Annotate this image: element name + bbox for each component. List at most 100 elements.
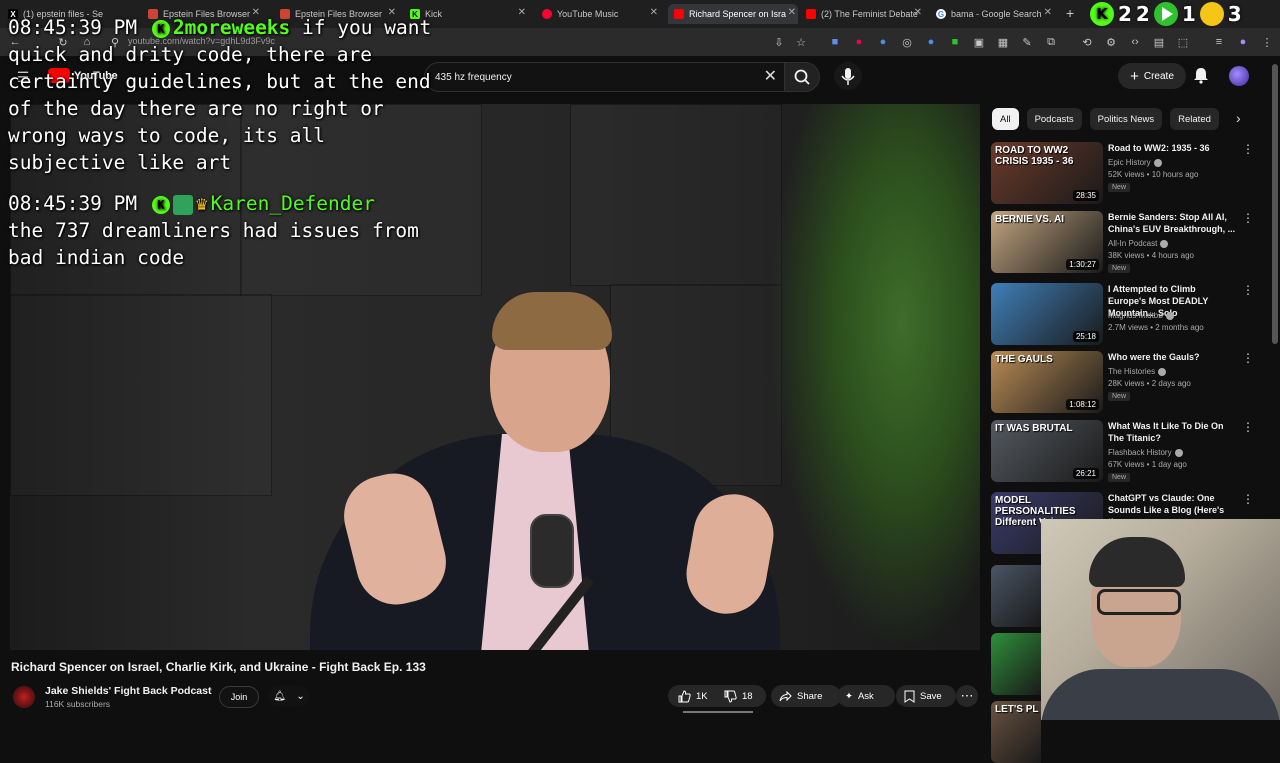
video-thumbnail[interactable]: LET'S PL: [991, 701, 1041, 763]
chat-username: Karen_Defender: [210, 192, 376, 215]
install-icon[interactable]: ⇩: [772, 35, 786, 49]
video-meta: 38K views • 4 hours ago: [1108, 251, 1194, 260]
channel-name[interactable]: All-In Podcast: [1108, 239, 1169, 248]
share-button[interactable]: Share: [771, 685, 841, 707]
extension-icon[interactable]: ■: [948, 35, 962, 49]
browser-tab[interactable]: YouTube Music ✕: [542, 4, 660, 24]
video-duration: 1:08:12: [1066, 399, 1099, 410]
tab-label: bama - Google Search: [951, 9, 1042, 19]
extension-icon[interactable]: ⚙: [1104, 35, 1118, 49]
subscription-notify-button[interactable]: 🔔︎ ⌄: [268, 686, 310, 706]
video-thumbnail[interactable]: THE GAULS 1:08:12: [991, 351, 1103, 413]
stream-chat-overlay: 08:45:39 PM K 2moreweeks if you want quic…: [8, 14, 438, 285]
recommended-video[interactable]: ROAD TO WW2 CRISIS 1935 - 36 28:35 Road to…: [991, 142, 1256, 206]
voice-search-button[interactable]: [834, 62, 862, 90]
dislike-count: 18: [742, 690, 753, 702]
channel-name[interactable]: Epic History: [1108, 158, 1162, 167]
chip-politics-news[interactable]: Politics News: [1089, 108, 1163, 130]
chip-all[interactable]: All: [992, 108, 1019, 130]
recommended-video[interactable]: THE GAULS 1:08:12 Who were the Gauls? The H…: [991, 351, 1256, 415]
extension-icon[interactable]: ▦: [996, 35, 1010, 49]
search-input[interactable]: 435 hz frequency ✕: [424, 62, 786, 92]
extension-icon[interactable]: ▣: [972, 35, 986, 49]
recommended-video[interactable]: IT WAS BRUTAL 26:21 What Was It Like To Di…: [991, 420, 1256, 484]
more-vert-icon[interactable]: ⋮: [1242, 351, 1254, 365]
channel-name[interactable]: Flashback History: [1108, 448, 1183, 457]
search-button[interactable]: [784, 62, 820, 92]
emote-icon: [1199, 2, 1224, 26]
wall-texture: [570, 104, 782, 286]
streamer-webcam: [1041, 519, 1280, 720]
save-button[interactable]: Save: [896, 685, 956, 707]
close-icon[interactable]: ✕: [518, 7, 526, 18]
channel-name[interactable]: Magnus Midtbø: [1108, 311, 1175, 320]
close-icon[interactable]: ✕: [650, 7, 658, 18]
video-title[interactable]: What Was It Like To Die On The Titanic?: [1108, 420, 1236, 444]
recommended-video[interactable]: 25:18 I Attempted to Climb Europe's Most …: [991, 283, 1256, 347]
video-thumbnail[interactable]: [991, 565, 1041, 627]
browser-tab-active[interactable]: Richard Spencer on Isra ✕: [668, 4, 798, 24]
menu-kebab-icon[interactable]: ⋮: [1260, 35, 1274, 49]
like-count: 1K: [696, 690, 708, 702]
chevron-right-icon[interactable]: ›: [1236, 110, 1241, 126]
extension-icon[interactable]: ●: [852, 35, 866, 49]
overlay-count: 3: [1227, 2, 1242, 26]
overlay-count: 2: [1135, 2, 1150, 26]
extension-icon[interactable]: ●: [876, 35, 890, 49]
browser-tab[interactable]: (2) The Feminist Debate ✕: [806, 4, 924, 24]
video-thumbnail[interactable]: BERNIE VS. AI 1:30:27: [991, 211, 1103, 273]
profile-icon[interactable]: ●: [1236, 35, 1250, 49]
channel-name[interactable]: The Histories: [1108, 367, 1167, 376]
extension-icon[interactable]: ●: [924, 35, 938, 49]
notifications-bell-icon[interactable]: [1192, 66, 1210, 84]
extension-icon[interactable]: ◎: [900, 35, 914, 49]
browser-tab[interactable]: G bama - Google Search ✕: [936, 4, 1054, 24]
extensions-puzzle-icon[interactable]: ⧉: [1044, 35, 1058, 49]
new-tab-button[interactable]: +: [1066, 5, 1074, 21]
video-title[interactable]: Bernie Sanders: Stop All AI, China's EUV…: [1108, 211, 1236, 235]
tab-search-icon[interactable]: ≡: [1212, 35, 1226, 49]
video-duration: 1:30:27: [1066, 259, 1099, 270]
video-thumbnail[interactable]: [991, 633, 1041, 695]
recommended-video[interactable]: BERNIE VS. AI 1:30:27 Bernie Sanders: Stop…: [991, 211, 1256, 275]
more-vert-icon[interactable]: ⋮: [1242, 420, 1254, 434]
chip-podcasts[interactable]: Podcasts: [1026, 108, 1082, 130]
video-title[interactable]: Who were the Gauls?: [1108, 351, 1236, 363]
extension-icon[interactable]: ■: [828, 35, 842, 49]
ask-button[interactable]: ✦ Ask: [837, 685, 895, 707]
thumbs-down-icon: [724, 690, 737, 703]
chip-related[interactable]: Related: [1170, 108, 1219, 130]
screenshot-icon[interactable]: ⬚: [1176, 35, 1190, 49]
history-icon[interactable]: ⟲: [1080, 35, 1094, 49]
video-thumbnail[interactable]: IT WAS BRUTAL 26:21: [991, 420, 1103, 482]
create-button[interactable]: + Create: [1118, 63, 1186, 89]
more-vert-icon[interactable]: ⋮: [1242, 211, 1254, 225]
video-title[interactable]: Road to WW2: 1935 - 36: [1108, 142, 1236, 154]
join-button[interactable]: Join: [219, 686, 259, 708]
youtube-icon: [806, 9, 816, 19]
more-actions-button[interactable]: ⋯: [956, 685, 978, 707]
page-scrollbar[interactable]: [1272, 64, 1278, 344]
more-vert-icon[interactable]: ⋮: [1242, 283, 1254, 297]
channel-name[interactable]: Jake Shields' Fight Back Podcast: [45, 685, 211, 697]
bookmark-star-icon[interactable]: ☆: [794, 35, 808, 49]
close-icon[interactable]: ✕: [788, 7, 796, 18]
video-duration: 28:35: [1072, 190, 1099, 201]
devtools-icon[interactable]: ‹›: [1128, 35, 1142, 49]
video-thumbnail[interactable]: 25:18: [991, 283, 1103, 345]
account-avatar[interactable]: [1229, 66, 1249, 86]
new-badge: New: [1108, 473, 1131, 482]
close-icon[interactable]: ✕: [914, 7, 922, 18]
video-thumbnail[interactable]: ROAD TO WW2 CRISIS 1935 - 36 28:35: [991, 142, 1103, 204]
more-vert-icon[interactable]: ⋮: [1242, 142, 1254, 156]
more-vert-icon[interactable]: ⋮: [1242, 492, 1254, 506]
sidebar-icon[interactable]: ▤: [1152, 35, 1166, 49]
google-icon: G: [936, 9, 946, 19]
youtube-music-icon: [542, 9, 552, 19]
dislike-button[interactable]: 18: [718, 685, 766, 707]
channel-avatar[interactable]: [13, 686, 35, 708]
extension-icon[interactable]: ✎: [1020, 35, 1034, 49]
close-icon[interactable]: ✕: [1044, 7, 1052, 18]
overlay-count: 1: [1181, 2, 1196, 26]
clear-search-icon[interactable]: ✕: [764, 66, 777, 86]
